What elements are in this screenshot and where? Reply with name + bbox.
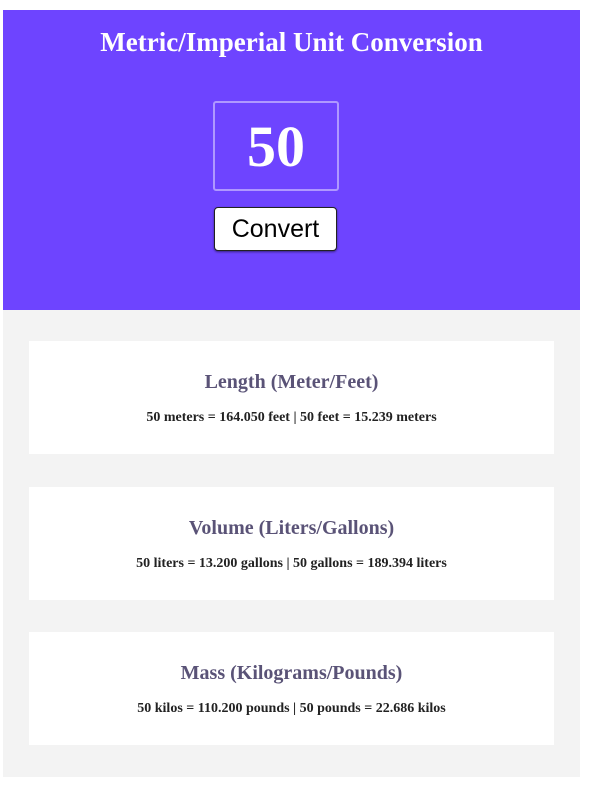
volume-card: Volume (Liters/Gallons) 50 liters = 13.2… (29, 487, 554, 600)
converter-app: Metric/Imperial Unit Conversion Convert … (3, 10, 580, 777)
volume-result: 50 liters = 13.200 gallons | 50 gallons … (136, 556, 447, 571)
card-title: Volume (Liters/Gallons) (188, 517, 395, 539)
converter-header: Metric/Imperial Unit Conversion Convert (3, 10, 580, 310)
mass-card: Mass (Kilograms/Pounds) 50 kilos = 110.2… (29, 632, 554, 745)
number-input[interactable] (213, 101, 339, 191)
page-title: Metric/Imperial Unit Conversion (100, 27, 483, 57)
length-result: 50 meters = 164.050 feet | 50 feet = 15.… (146, 410, 437, 425)
results-section: Length (Meter/Feet) 50 meters = 164.050 … (3, 310, 580, 777)
mass-result: 50 kilos = 110.200 pounds | 50 pounds = … (137, 701, 446, 716)
length-card: Length (Meter/Feet) 50 meters = 164.050 … (29, 341, 554, 454)
convert-button[interactable]: Convert (214, 207, 337, 251)
card-title: Length (Meter/Feet) (204, 371, 379, 393)
card-title: Mass (Kilograms/Pounds) (180, 662, 403, 684)
